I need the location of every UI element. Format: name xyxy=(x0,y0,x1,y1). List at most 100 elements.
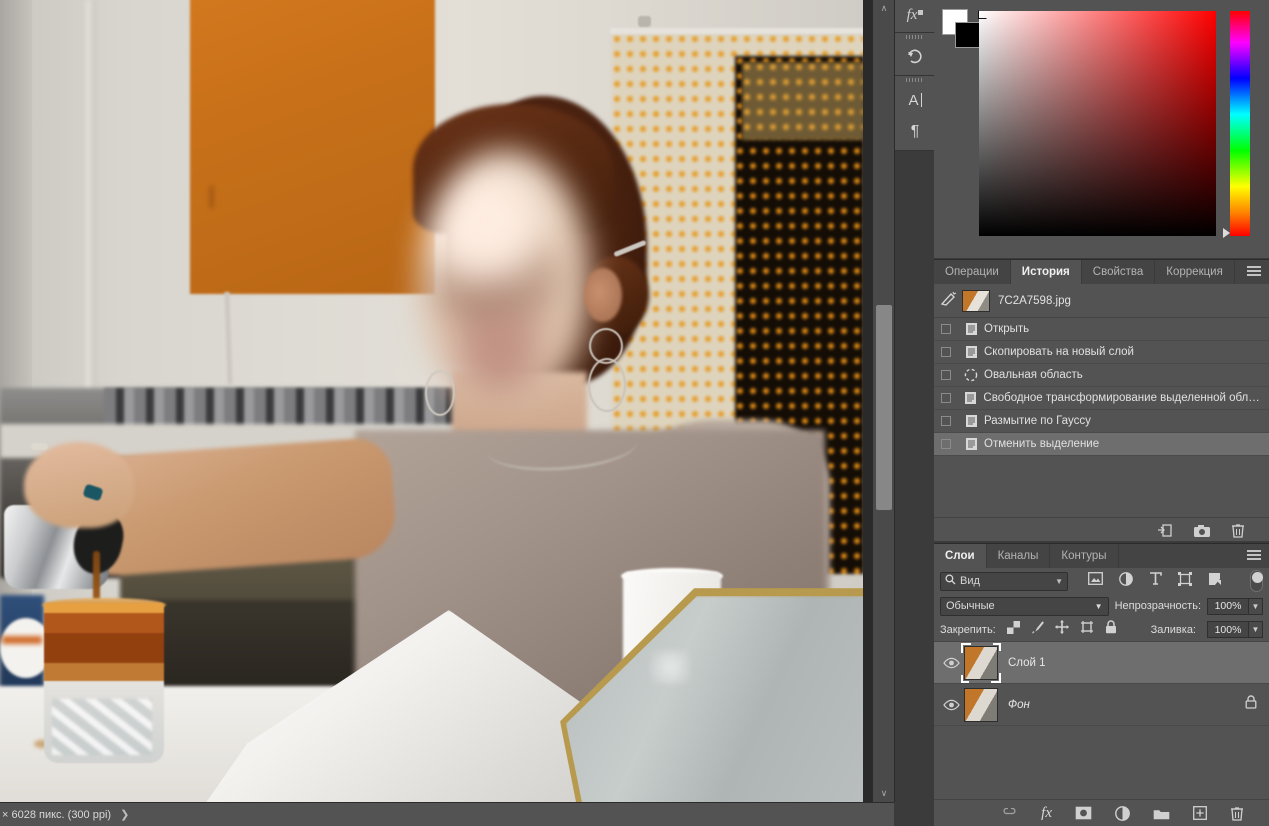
add-layer-mask-icon[interactable] xyxy=(1075,806,1092,820)
layer-filter-row[interactable]: Вид ▼ xyxy=(934,568,1269,594)
new-adjustment-layer-icon[interactable] xyxy=(1115,805,1130,821)
history-state-row[interactable]: Размытие по Гауссу xyxy=(934,410,1269,433)
rail-group-type[interactable]: A ¶ xyxy=(895,76,935,151)
history-state-row[interactable]: Скопировать на новый слой xyxy=(934,341,1269,364)
history-brush-panel-icon[interactable] xyxy=(895,41,935,73)
document-icon xyxy=(958,437,984,451)
chevron-down-icon[interactable]: ▼ xyxy=(1095,602,1103,611)
fill-chevron-down-icon[interactable]: ▼ xyxy=(1249,621,1263,638)
history-panel-footer[interactable] xyxy=(934,517,1269,543)
create-document-from-state-icon[interactable] xyxy=(1157,523,1173,538)
layer-filter-type-icons[interactable] xyxy=(1088,571,1222,591)
history-state-row[interactable]: Открыть xyxy=(934,318,1269,341)
layer-row[interactable]: Фон xyxy=(934,684,1269,726)
filter-adjustment-icon[interactable] xyxy=(1119,571,1133,591)
tab-channels[interactable]: Каналы xyxy=(986,544,1051,568)
panel-grip-2[interactable] xyxy=(895,76,935,84)
history-source-checkbox[interactable] xyxy=(934,370,958,380)
create-snapshot-icon[interactable] xyxy=(1193,524,1211,538)
fill-label: Заливка: xyxy=(1150,623,1196,636)
layers-panel[interactable]: Слои Каналы Контуры Вид ▼ Обычные ▼ Непр… xyxy=(934,543,1269,826)
layer-thumbnail[interactable] xyxy=(961,642,1001,683)
filter-smart-object-icon[interactable] xyxy=(1208,572,1222,591)
layer-name[interactable]: Слой 1 xyxy=(1008,657,1046,669)
tab-layers[interactable]: Слои xyxy=(934,544,987,568)
rail-group-fx[interactable]: fx xyxy=(895,0,935,33)
hue-slider[interactable] xyxy=(1230,11,1250,236)
lock-position-icon[interactable] xyxy=(1054,620,1069,639)
delete-state-icon[interactable] xyxy=(1231,523,1245,538)
character-panel-icon[interactable]: A xyxy=(895,84,935,116)
color-field-cursor[interactable] xyxy=(978,10,987,19)
color-swatches[interactable] xyxy=(942,9,982,49)
saturation-value-field[interactable] xyxy=(979,11,1216,236)
history-state-row-selected[interactable]: Отменить выделение xyxy=(934,433,1269,456)
filter-enable-toggle[interactable] xyxy=(1250,570,1263,592)
status-expand-icon[interactable]: ❯ xyxy=(111,808,138,821)
layer-visibility-eye-icon[interactable] xyxy=(938,657,964,669)
history-states-list[interactable]: 7C2A7598.jpg Открыть Скопировать на новы… xyxy=(934,284,1269,456)
rail-group-history-brush[interactable] xyxy=(895,33,935,76)
document-canvas-area[interactable] xyxy=(0,0,872,802)
tab-properties[interactable]: Свойства xyxy=(1081,260,1156,284)
layer-style-fx-icon[interactable]: fx xyxy=(1041,805,1052,822)
history-state-row[interactable]: Овальная область xyxy=(934,364,1269,387)
chevron-down-icon[interactable]: ▼ xyxy=(1055,577,1063,586)
new-group-icon[interactable] xyxy=(1153,807,1170,820)
lock-transparent-pixels-icon[interactable] xyxy=(1006,620,1020,639)
history-panel[interactable]: Операции История Свойства Коррекция 7C2A… xyxy=(934,259,1269,543)
history-state-row[interactable]: Свободное трансформирование выделенной о… xyxy=(934,387,1269,410)
tab-paths[interactable]: Контуры xyxy=(1050,544,1119,568)
filter-type-icon[interactable] xyxy=(1149,572,1162,590)
opacity-chevron-down-icon[interactable]: ▼ xyxy=(1249,597,1263,615)
layer-visibility-eye-icon[interactable] xyxy=(938,699,964,711)
lock-all-icon[interactable] xyxy=(1105,620,1117,639)
hue-slider-marker[interactable] xyxy=(1223,228,1230,238)
layers-panel-footer[interactable]: fx xyxy=(934,799,1269,826)
new-layer-icon[interactable] xyxy=(1193,806,1207,820)
fx-panel-icon[interactable]: fx xyxy=(895,0,935,30)
blend-mode-row[interactable]: Обычные ▼ Непрозрачность: 100% ▼ xyxy=(934,594,1269,618)
history-source-checkbox[interactable] xyxy=(934,439,958,449)
layer-row[interactable]: Слой 1 xyxy=(934,642,1269,684)
fill-value[interactable]: 100% xyxy=(1207,621,1249,638)
canvas-vertical-scrollbar[interactable]: ∧ ∨ xyxy=(872,0,894,802)
history-source-checkbox[interactable] xyxy=(934,324,958,334)
history-brush-source-icon[interactable] xyxy=(940,291,962,310)
blend-mode-select[interactable]: Обычные ▼ xyxy=(940,596,1109,616)
lock-icons-group[interactable] xyxy=(1006,620,1117,639)
layers-panel-tabbar[interactable]: Слои Каналы Контуры xyxy=(934,543,1269,568)
scroll-down-icon[interactable]: ∨ xyxy=(873,785,895,802)
layer-filter-kind-select[interactable]: Вид ▼ xyxy=(940,571,1068,591)
filter-pixel-icon[interactable] xyxy=(1088,572,1103,590)
history-source-checkbox[interactable] xyxy=(934,347,958,357)
filter-shape-icon[interactable] xyxy=(1178,571,1192,591)
vertical-scroll-thumb[interactable] xyxy=(876,305,892,510)
lock-artboard-nesting-icon[interactable] xyxy=(1080,620,1094,639)
paragraph-panel-icon[interactable]: ¶ xyxy=(895,116,935,148)
scroll-up-icon[interactable]: ∧ xyxy=(873,0,895,17)
background-color-swatch[interactable] xyxy=(955,22,981,48)
lock-row[interactable]: Закрепить: Заливка: 100% ▼ xyxy=(934,618,1269,642)
history-source-checkbox[interactable] xyxy=(934,393,958,403)
tab-operations[interactable]: Операции xyxy=(934,260,1011,284)
panel-menu-icon[interactable] xyxy=(1247,550,1261,562)
history-snapshot-row[interactable]: 7C2A7598.jpg xyxy=(934,284,1269,318)
layer-locked-icon xyxy=(1245,695,1257,714)
link-layers-icon[interactable] xyxy=(1001,807,1018,819)
lock-image-pixels-icon[interactable] xyxy=(1031,620,1044,639)
tab-history[interactable]: История xyxy=(1010,260,1082,284)
panel-menu-icon[interactable] xyxy=(1247,266,1261,278)
collapsed-panel-rail[interactable]: fx A ¶ xyxy=(894,0,935,826)
layer-name[interactable]: Фон xyxy=(1008,699,1030,711)
search-icon xyxy=(945,574,956,588)
panel-grip[interactable] xyxy=(895,33,935,41)
delete-layer-icon[interactable] xyxy=(1230,806,1244,821)
color-panel[interactable] xyxy=(934,0,1269,258)
history-source-checkbox[interactable] xyxy=(934,416,958,426)
opacity-value[interactable]: 100% xyxy=(1207,597,1249,615)
document-image[interactable] xyxy=(0,0,863,802)
tab-adjustments[interactable]: Коррекция xyxy=(1155,260,1235,284)
history-panel-tabbar[interactable]: Операции История Свойства Коррекция xyxy=(934,259,1269,284)
layer-thumbnail[interactable] xyxy=(964,687,998,722)
